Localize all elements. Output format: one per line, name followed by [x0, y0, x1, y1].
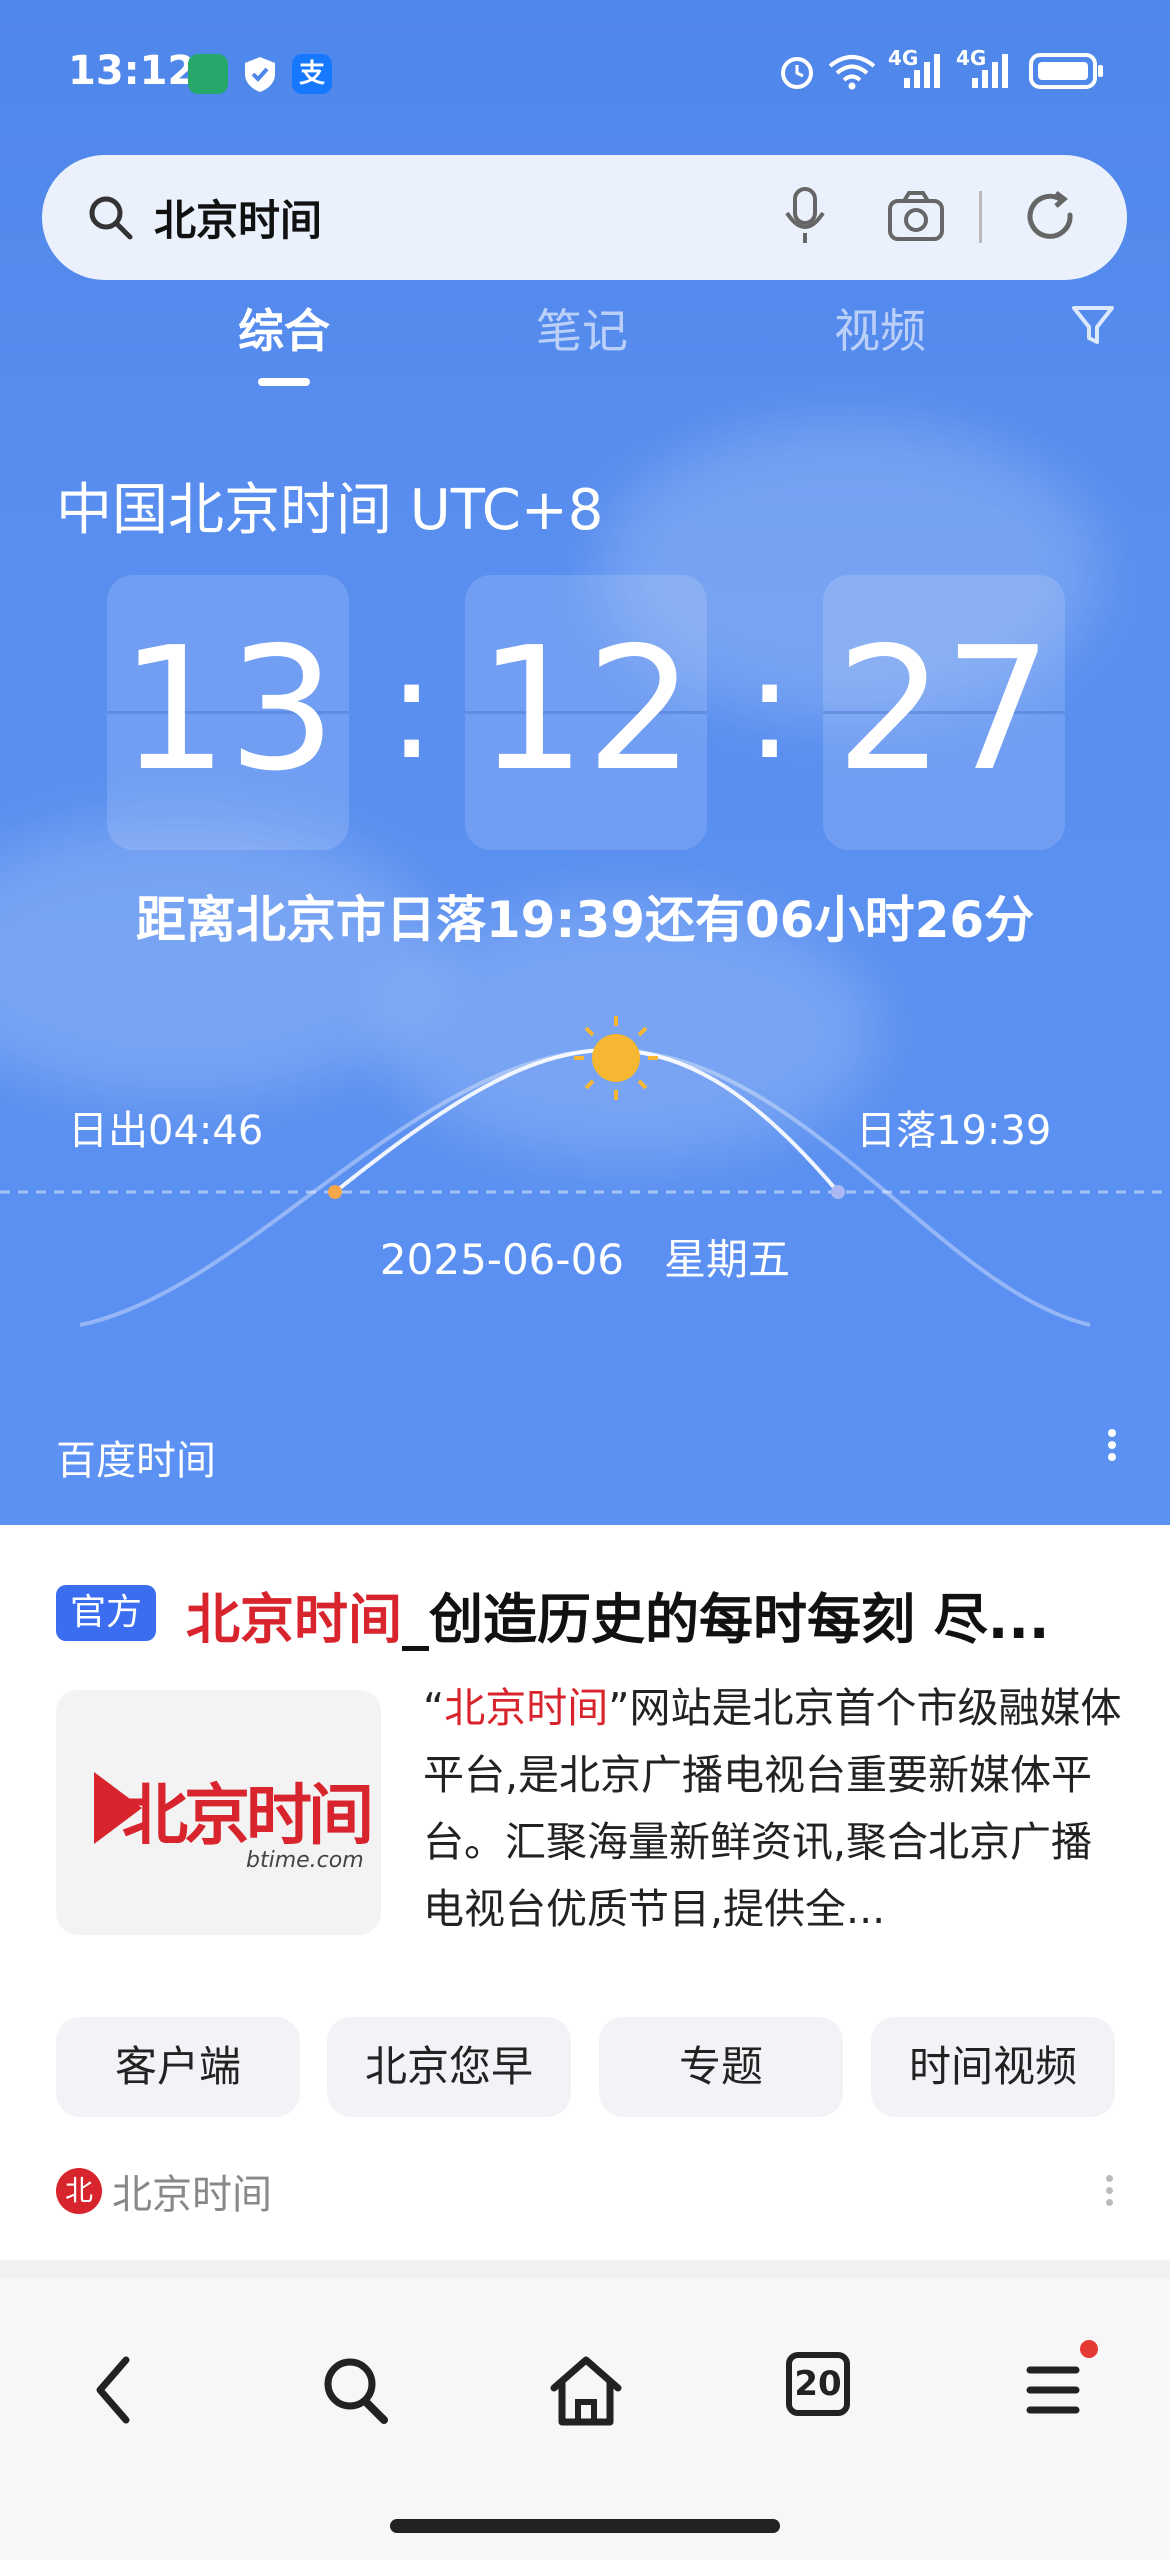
- colon: :: [746, 628, 794, 791]
- result-thumbnail[interactable]: 北京时间 btime.com: [56, 1690, 381, 1935]
- sun-arc-graphic: [0, 1016, 1170, 1327]
- back-icon[interactable]: [90, 2350, 136, 2430]
- tabs-count-icon[interactable]: 20: [786, 2352, 850, 2416]
- shield-check-icon: [245, 57, 275, 92]
- tab-notes[interactable]: 笔记: [536, 295, 628, 361]
- search-nav-icon[interactable]: [318, 2350, 394, 2430]
- clock-title: 中国北京时间 UTC+8: [56, 478, 604, 543]
- result-title-highlight: 北京时间: [186, 1588, 402, 1651]
- search-divider: [979, 191, 982, 243]
- logo-text: 北京时间: [122, 1777, 374, 1854]
- active-tab-indicator: [258, 378, 310, 386]
- colon: :: [388, 628, 436, 791]
- tab-videos[interactable]: 视频: [834, 295, 926, 361]
- result-description: “北京时间”网站是北京首个市级融媒体平台,是北京广播电视台重要新媒体平台。汇聚海…: [423, 1684, 1122, 1933]
- app-notification-icon: [188, 54, 228, 94]
- chip-client[interactable]: 客户端: [56, 2017, 300, 2117]
- more-options-icon[interactable]: [1098, 1425, 1126, 1465]
- sunset-label: 日落19:39: [856, 1108, 1052, 1154]
- widget-source: 百度时间: [56, 1438, 216, 1484]
- date-label: 2025-06-06 星期五: [379, 1235, 791, 1284]
- signal-icon: [904, 54, 940, 88]
- search-icon: [89, 196, 133, 240]
- result-source[interactable]: 北北京时间: [56, 2162, 272, 2220]
- search-input[interactable]: 北京时间: [154, 187, 322, 248]
- chip-morning[interactable]: 北京您早: [327, 2017, 571, 2117]
- source-logo-icon: 北: [56, 2168, 102, 2214]
- camera-icon[interactable]: [884, 185, 948, 249]
- status-bar: 13:12 支 4G 4G: [0, 40, 1170, 120]
- filter-icon[interactable]: [1068, 300, 1118, 350]
- chip-time-video[interactable]: 时间视频: [871, 2017, 1115, 2117]
- alipay-icon: 支: [292, 54, 332, 94]
- refresh-icon[interactable]: [1022, 185, 1082, 249]
- home-indicator[interactable]: [390, 2519, 780, 2533]
- section-divider: [0, 2260, 1170, 2278]
- menu-notification-dot: [1080, 2340, 1098, 2358]
- home-icon[interactable]: [546, 2350, 626, 2430]
- sunrise-label: 日出04:46: [68, 1108, 264, 1154]
- result-title[interactable]: 北京时间_创造历史的每时每刻 尽...: [186, 1575, 1049, 1654]
- status-time: 13:12: [68, 48, 196, 94]
- alarm-icon: [781, 57, 813, 89]
- time-widget: 13:12 支 4G 4G 北京时间 综合 笔记 视频 中国北京时间 UTC+8…: [0, 0, 1170, 1525]
- microphone-icon[interactable]: [780, 185, 830, 249]
- wifi-icon: [828, 55, 876, 90]
- search-bar[interactable]: 北京时间: [42, 155, 1127, 280]
- official-badge: 官方: [56, 1585, 156, 1641]
- signal-icon: [972, 54, 1008, 88]
- sun-icon: [574, 1016, 658, 1100]
- battery-icon: [1029, 53, 1103, 89]
- menu-icon[interactable]: [1024, 2350, 1084, 2430]
- source-name: 北京时间: [112, 2172, 272, 2218]
- result-more-icon[interactable]: [1106, 2170, 1113, 2211]
- result-title-rest: _创造历史的每时每刻 尽...: [402, 1588, 1050, 1651]
- seconds-value: 27: [835, 611, 1053, 809]
- chip-topics[interactable]: 专题: [599, 2017, 843, 2117]
- tab-comprehensive[interactable]: 综合: [238, 295, 330, 361]
- sunset-countdown: 距离北京市日落19:39还有06小时26分: [135, 891, 1035, 949]
- logo-domain: btime.com: [246, 1848, 364, 1873]
- minutes-value: 12: [477, 611, 695, 809]
- hours-value: 13: [119, 611, 337, 809]
